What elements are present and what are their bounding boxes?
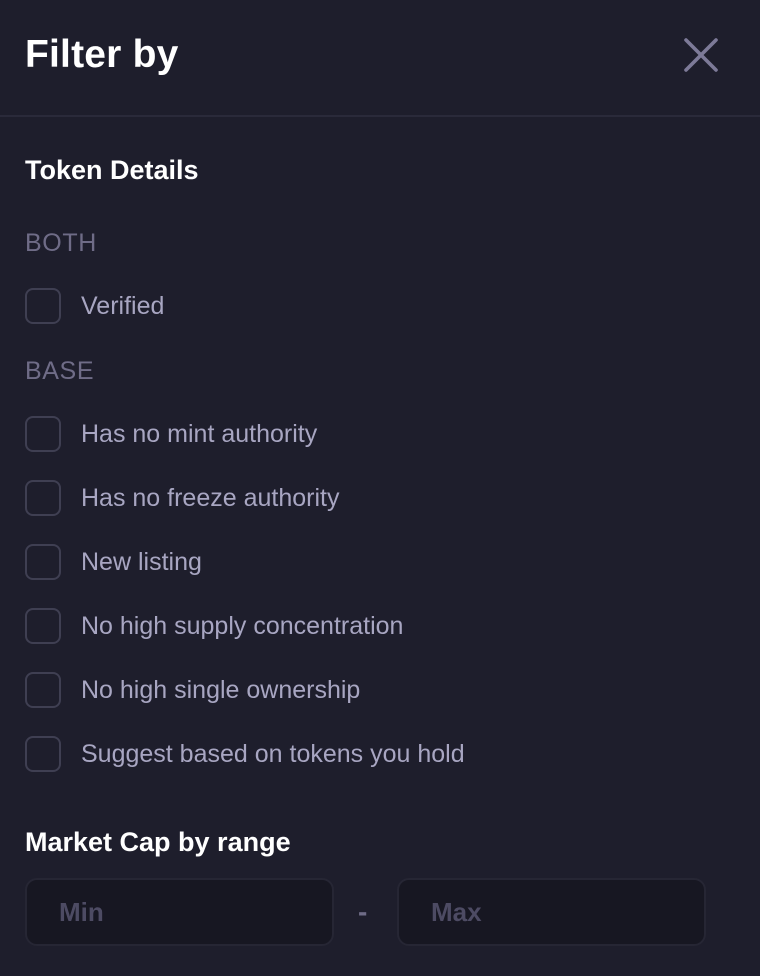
no-mint-authority-checkbox[interactable]	[25, 416, 61, 452]
group-label-both: BOTH	[25, 229, 97, 257]
no-high-single-ownership-checkbox[interactable]	[25, 672, 61, 708]
suggest-based-on-holdings-checkbox[interactable]	[25, 736, 61, 772]
no-high-supply-concentration-checkbox[interactable]	[25, 608, 61, 644]
market-cap-max-input[interactable]	[397, 878, 706, 946]
close-icon	[684, 38, 718, 72]
option-no-freeze-authority[interactable]: Has no freeze authority	[25, 478, 339, 518]
market-cap-min-input[interactable]	[25, 878, 334, 946]
option-label: Has no mint authority	[81, 420, 318, 448]
option-suggest-based-on-holdings[interactable]: Suggest based on tokens you hold	[25, 734, 465, 774]
verified-checkbox[interactable]	[25, 288, 61, 324]
token-details-heading: Token Details	[25, 155, 199, 185]
option-no-mint-authority[interactable]: Has no mint authority	[25, 414, 317, 454]
group-label-base: BASE	[25, 357, 95, 385]
option-label: No high single ownership	[81, 676, 361, 704]
panel-header: Filter by	[0, 0, 760, 117]
option-no-high-single-ownership[interactable]: No high single ownership	[25, 670, 360, 710]
no-freeze-authority-checkbox[interactable]	[25, 480, 61, 516]
option-new-listing[interactable]: New listing	[25, 542, 202, 582]
page-title: Filter by	[25, 33, 179, 76]
option-label: Has no freeze authority	[81, 484, 340, 512]
option-verified[interactable]: Verified	[25, 286, 164, 326]
option-label: New listing	[81, 548, 202, 576]
new-listing-checkbox[interactable]	[25, 544, 61, 580]
option-no-high-supply-concentration[interactable]: No high supply concentration	[25, 606, 403, 646]
close-button[interactable]	[680, 34, 722, 76]
market-cap-heading: Market Cap by range	[25, 827, 291, 857]
range-separator: -	[358, 896, 368, 927]
option-label: Verified	[81, 292, 165, 320]
option-label: Suggest based on tokens you hold	[81, 740, 465, 768]
option-label: No high supply concentration	[81, 612, 404, 640]
